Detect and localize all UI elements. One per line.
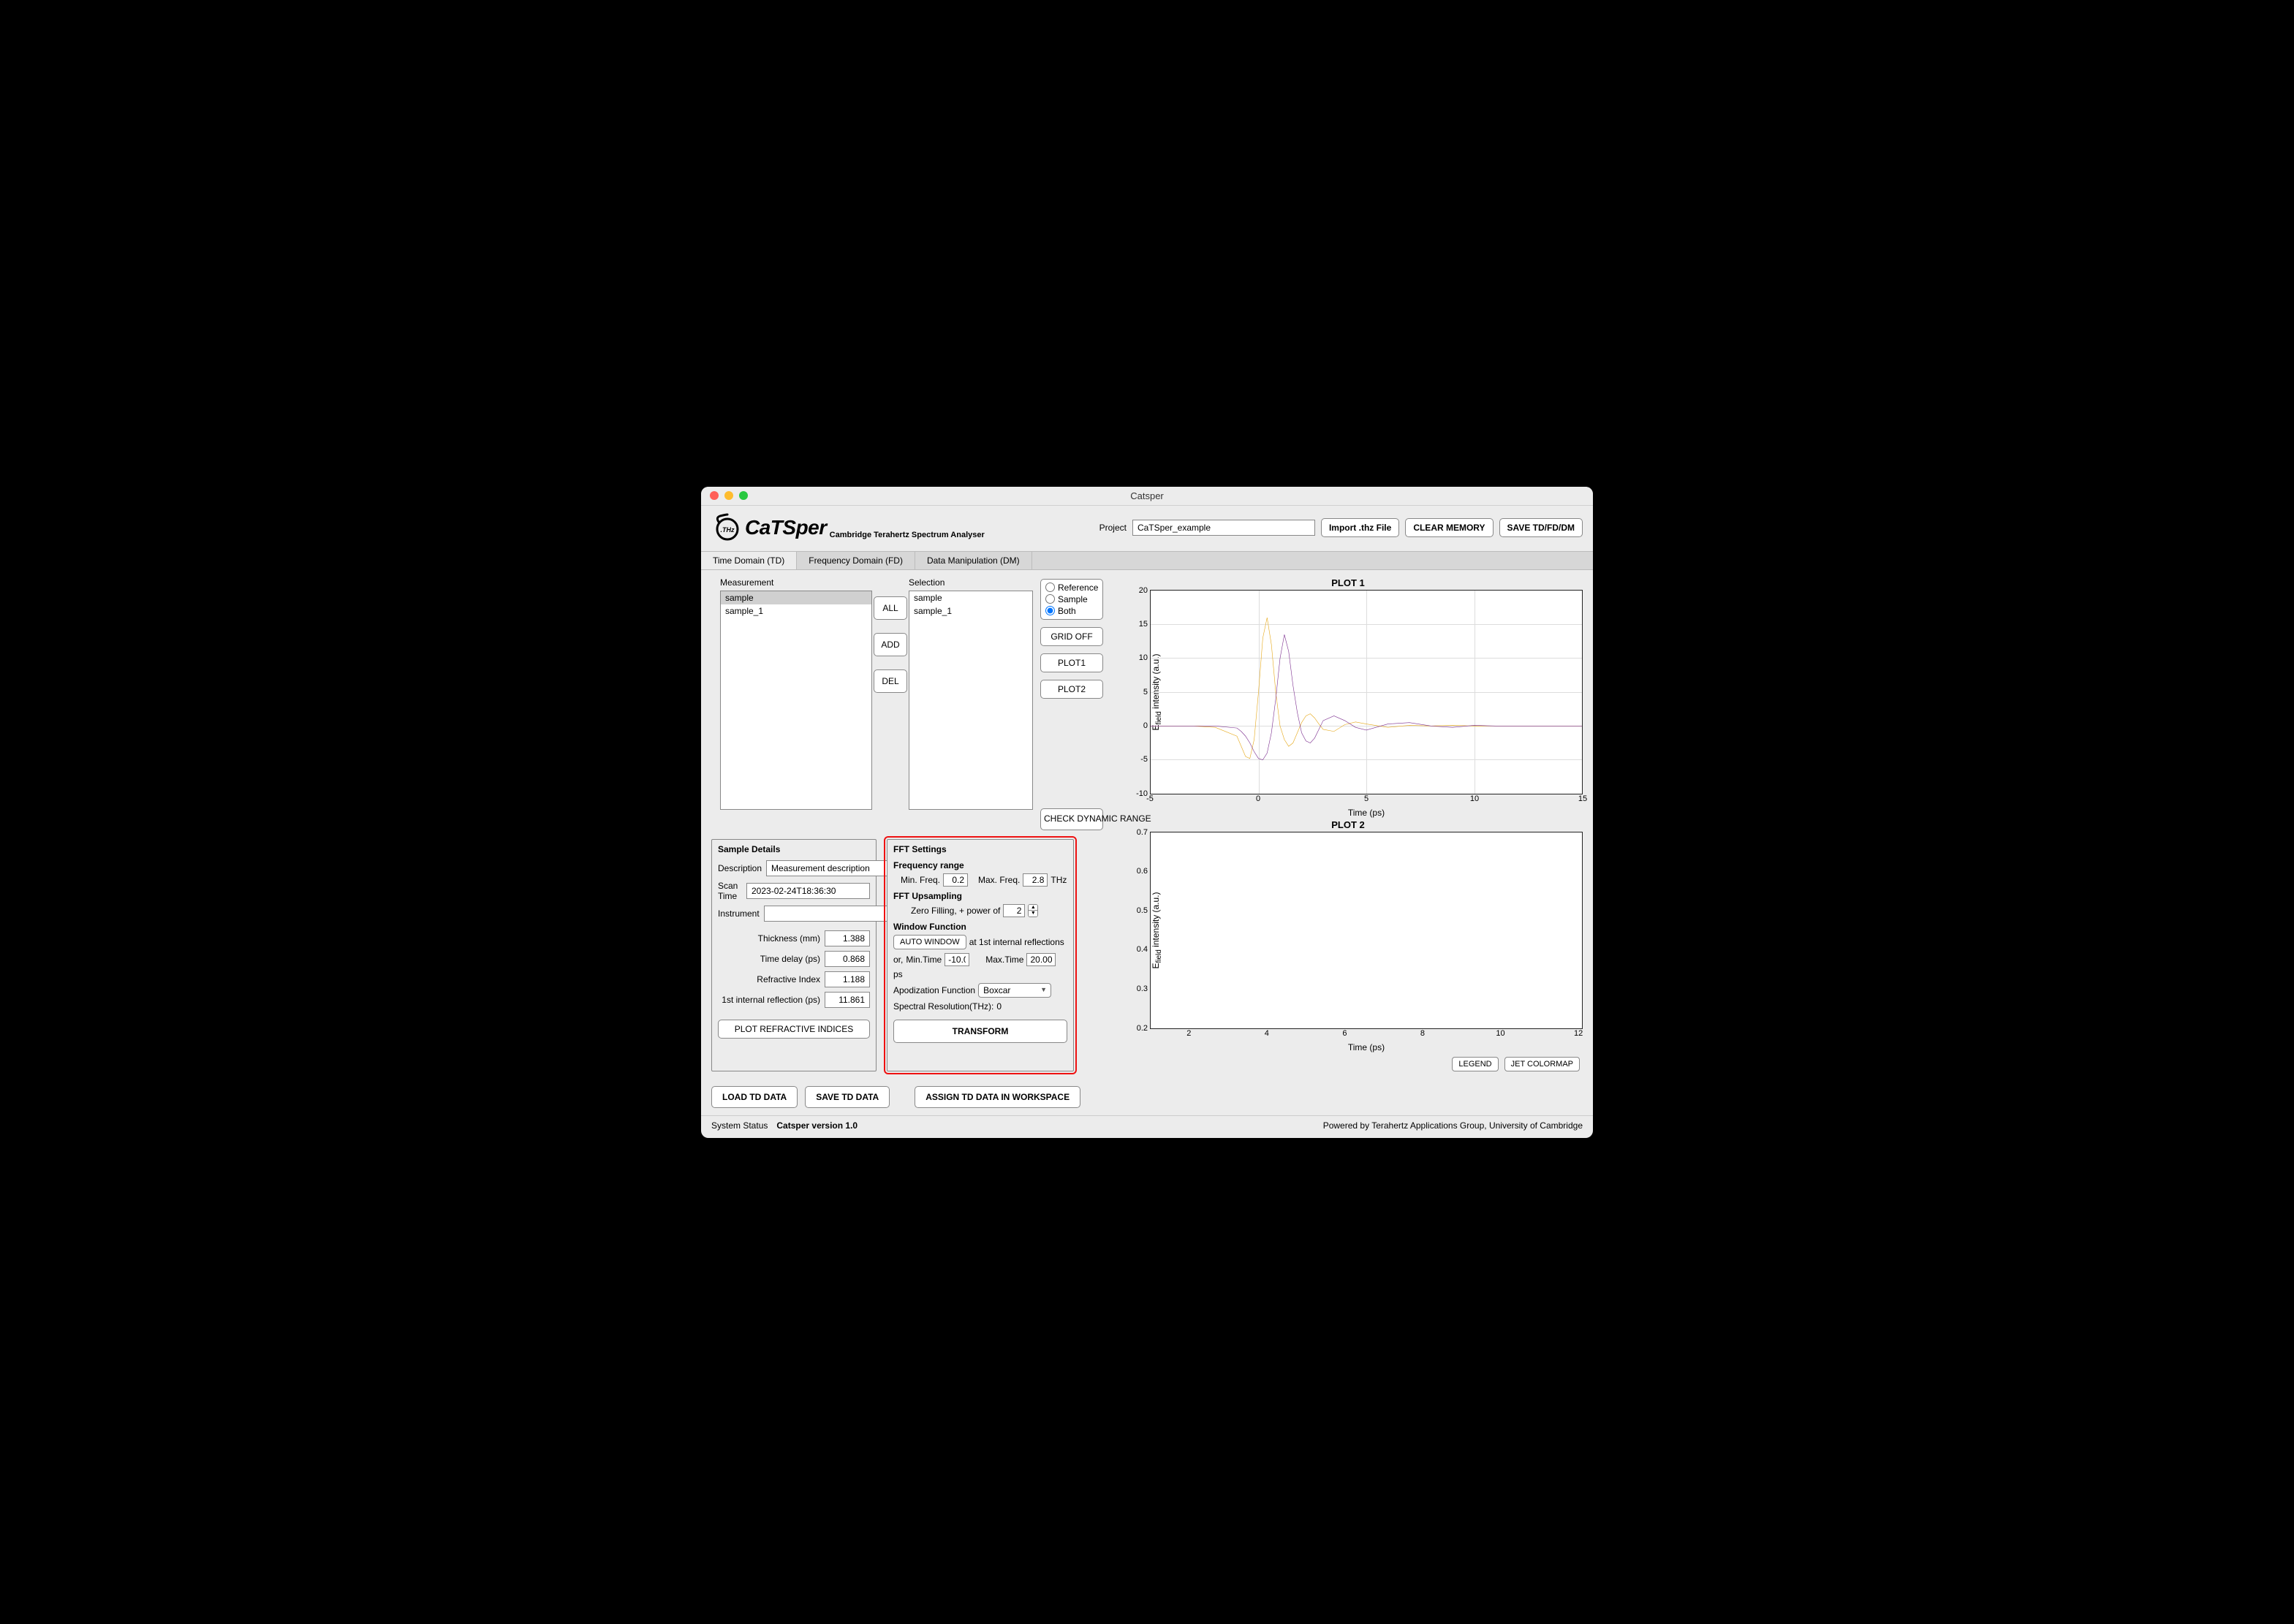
fft-title: FFT Settings xyxy=(893,844,1067,854)
radio-sample[interactable] xyxy=(1045,594,1055,604)
auto-window-button[interactable]: AUTO WINDOW xyxy=(893,935,966,949)
add-button[interactable]: ADD xyxy=(874,633,907,656)
titlebar: Catsper xyxy=(701,487,1593,506)
main-content: Measurement sample sample_1 ALL ADD DEL … xyxy=(701,570,1593,1079)
project-label: Project xyxy=(1099,523,1127,533)
import-thz-button[interactable]: Import .thz File xyxy=(1321,518,1399,537)
transform-button[interactable]: TRANSFORM xyxy=(893,1020,1067,1043)
measurement-label: Measurement xyxy=(720,577,872,588)
plot2-footer-buttons: LEGEND JET COLORMAP xyxy=(1113,1057,1580,1071)
selection-listbox[interactable]: sample sample_1 xyxy=(909,591,1033,810)
footer-buttons: LOAD TD DATA SAVE TD DATA ASSIGN TD DATA… xyxy=(701,1079,1593,1112)
assign-td-workspace-button[interactable]: ASSIGN TD DATA IN WORKSPACE xyxy=(915,1086,1080,1108)
header: .THz CaTSper Cambridge Terahertz Spectru… xyxy=(701,506,1593,551)
spinner-up-icon: ▲ xyxy=(1029,905,1037,911)
internal-reflection-input[interactable] xyxy=(825,992,870,1008)
jet-colormap-button[interactable]: JET COLORMAP xyxy=(1504,1057,1580,1071)
check-dynamic-range-button[interactable]: CHECK DYNAMIC RANGE xyxy=(1040,808,1103,830)
minimize-icon[interactable] xyxy=(724,491,733,500)
instrument-input[interactable] xyxy=(764,906,887,922)
plot1-lines xyxy=(1151,591,1582,794)
list-item[interactable]: sample_1 xyxy=(721,604,871,618)
plot-controls: Reference Sample Both GRID OFF PLOT1 PLO… xyxy=(1040,577,1106,830)
min-freq-input[interactable] xyxy=(943,873,968,887)
plot1-xticks: -5 0 5 10 15 xyxy=(1150,794,1583,805)
traffic-lights xyxy=(701,491,748,500)
save-td-data-button[interactable]: SAVE TD DATA xyxy=(805,1086,890,1108)
project-input[interactable] xyxy=(1132,520,1315,536)
clear-memory-button[interactable]: CLEAR MEMORY xyxy=(1405,518,1493,537)
apodization-select[interactable]: Boxcar xyxy=(978,983,1051,998)
window-title: Catsper xyxy=(1130,490,1164,501)
plot2-xlabel: Time (ps) xyxy=(1150,1042,1583,1052)
logo-subtitle: Cambridge Terahertz Spectrum Analyser xyxy=(830,531,985,539)
plot1-panel: PLOT 1 Efield intensity (a.u.) -10 -5 0 … xyxy=(1113,577,1583,818)
radio-reference[interactable] xyxy=(1045,583,1055,592)
save-td-fd-dm-button[interactable]: SAVE TD/FD/DM xyxy=(1499,518,1583,537)
plot2-title: PLOT 2 xyxy=(1113,819,1583,830)
measurement-listbox[interactable]: sample sample_1 xyxy=(720,591,872,810)
plot1-title: PLOT 1 xyxy=(1113,577,1583,588)
app-window: Catsper .THz CaTSper Cambridge Terahertz… xyxy=(701,487,1593,1138)
load-td-data-button[interactable]: LOAD TD DATA xyxy=(711,1086,798,1108)
version-label: Catsper version 1.0 xyxy=(776,1120,858,1131)
zero-fill-input[interactable] xyxy=(1003,904,1025,917)
grid-off-button[interactable]: GRID OFF xyxy=(1040,627,1103,646)
plot2-ylabel: Efield intensity (a.u.) xyxy=(1151,892,1163,968)
max-freq-input[interactable] xyxy=(1023,873,1048,887)
close-icon[interactable] xyxy=(710,491,719,500)
selection-label: Selection xyxy=(909,577,1033,588)
plot2-area[interactable]: Efield intensity (a.u.) 0.2 0.3 0.4 0.5 … xyxy=(1150,832,1583,1029)
list-item[interactable]: sample_1 xyxy=(909,604,1032,618)
legend-button[interactable]: LEGEND xyxy=(1452,1057,1498,1071)
list-item[interactable]: sample xyxy=(909,591,1032,604)
main-tabs: Time Domain (TD) Frequency Domain (FD) D… xyxy=(701,551,1593,570)
app-logo: .THz CaTSper Cambridge Terahertz Spectru… xyxy=(711,512,985,544)
thz-logo-icon: .THz xyxy=(711,512,743,544)
tab-frequency-domain[interactable]: Frequency Domain (FD) xyxy=(797,552,915,569)
fft-settings-panel: FFT Settings Frequency range Min. Freq. … xyxy=(887,839,1074,1071)
plot2-button[interactable]: PLOT2 xyxy=(1040,680,1103,699)
refractive-index-input[interactable] xyxy=(825,971,870,987)
status-bar: System Status Catsper version 1.0 Powere… xyxy=(701,1115,1593,1138)
thickness-input[interactable] xyxy=(825,930,870,946)
measurement-column: Measurement sample sample_1 xyxy=(711,577,872,830)
plot1-area[interactable]: Efield intensity (a.u.) -10 -5 0 5 10 15… xyxy=(1150,590,1583,794)
tab-time-domain[interactable]: Time Domain (TD) xyxy=(701,552,797,569)
list-item[interactable]: sample xyxy=(721,591,871,604)
tab-data-manipulation[interactable]: Data Manipulation (DM) xyxy=(915,552,1032,569)
selection-column: Selection sample sample_1 xyxy=(909,577,1033,830)
plot1-button[interactable]: PLOT1 xyxy=(1040,653,1103,672)
logo-text: CaTSper xyxy=(745,516,827,539)
scan-time-input[interactable] xyxy=(746,883,870,899)
system-status-label: System Status xyxy=(711,1120,768,1131)
settings-row: Sample Details Description Scan Time Ins… xyxy=(711,839,1106,1071)
plots-column: PLOT 1 Efield intensity (a.u.) -10 -5 0 … xyxy=(1113,577,1583,1071)
sample-details-title: Sample Details xyxy=(718,844,870,854)
powered-by-label: Powered by Terahertz Applications Group,… xyxy=(1323,1120,1583,1131)
time-delay-input[interactable] xyxy=(825,951,870,967)
plot-refractive-indices-button[interactable]: PLOT REFRACTIVE INDICES xyxy=(718,1020,870,1039)
list-action-buttons: ALL ADD DEL xyxy=(879,577,901,830)
header-controls: Project Import .thz File CLEAR MEMORY SA… xyxy=(1099,518,1583,537)
plot2-xticks: 2 4 6 8 10 12 xyxy=(1150,1029,1583,1039)
maximize-icon[interactable] xyxy=(739,491,748,500)
zero-fill-spinner[interactable]: ▲▼ xyxy=(1028,904,1038,917)
sample-details-panel: Sample Details Description Scan Time Ins… xyxy=(711,839,877,1071)
all-button[interactable]: ALL xyxy=(874,596,907,620)
plot2-panel: PLOT 2 Efield intensity (a.u.) 0.2 0.3 0… xyxy=(1113,819,1583,1071)
spinner-down-icon: ▼ xyxy=(1029,911,1037,917)
radio-both[interactable] xyxy=(1045,606,1055,615)
plot1-yticks: -10 -5 0 5 10 15 20 xyxy=(1130,591,1148,794)
description-input[interactable] xyxy=(766,860,890,876)
plot2-yticks: 0.2 0.3 0.4 0.5 0.6 0.7 xyxy=(1130,832,1148,1028)
svg-text:.THz: .THz xyxy=(721,526,735,534)
plot1-xlabel: Time (ps) xyxy=(1150,808,1583,818)
max-time-input[interactable] xyxy=(1026,953,1056,966)
plot-mode-radios: Reference Sample Both xyxy=(1040,579,1103,620)
del-button[interactable]: DEL xyxy=(874,669,907,693)
min-time-input[interactable] xyxy=(945,953,969,966)
